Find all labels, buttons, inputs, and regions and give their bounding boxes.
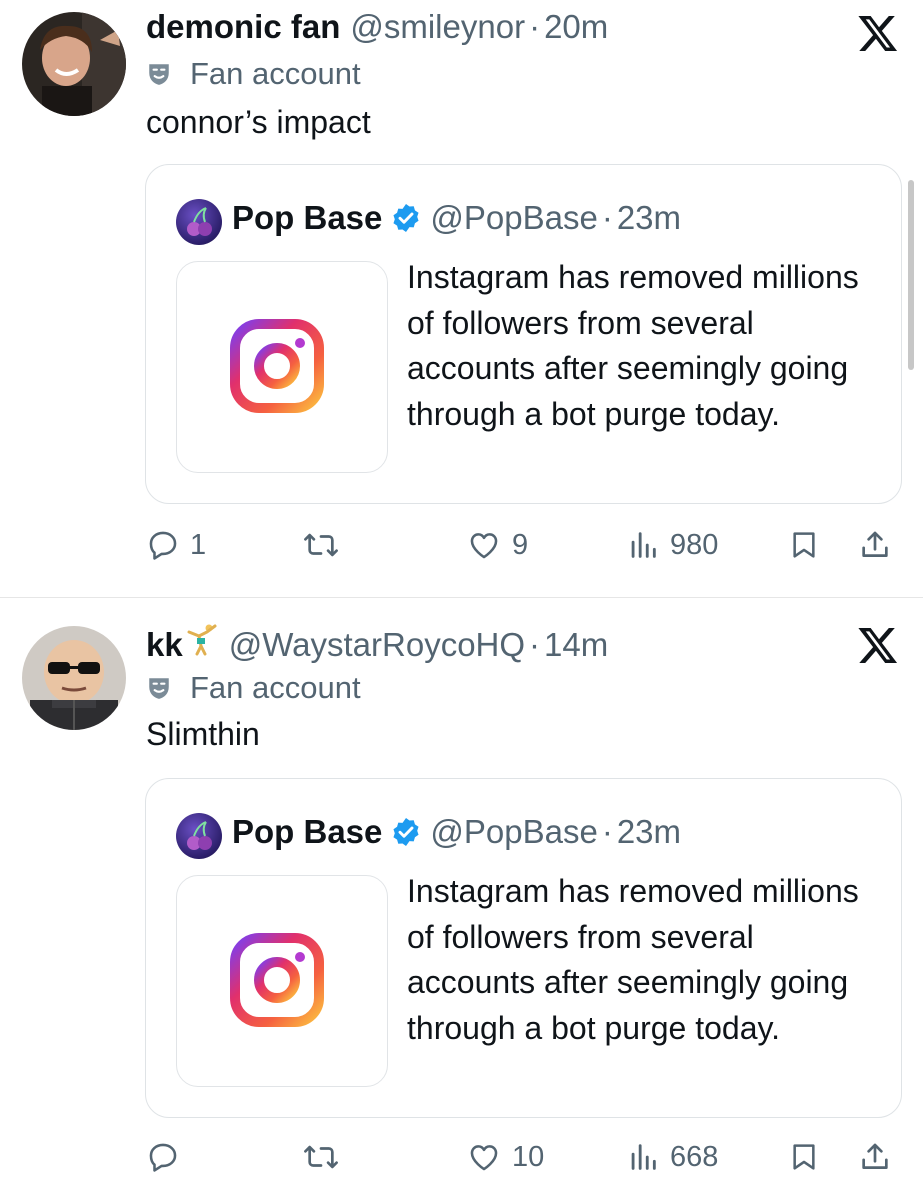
views-icon bbox=[631, 1144, 656, 1170]
account-label: Fan account bbox=[146, 56, 361, 92]
tweet-header: kk @WaystarRoycoHQ · 14m bbox=[146, 622, 608, 664]
separator: · bbox=[601, 813, 613, 850]
retweet-icon bbox=[304, 533, 338, 557]
quoted-tweet[interactable]: Pop Base @PopBase · 23m Instagram has re… bbox=[145, 164, 902, 504]
quote-header: Pop Base @PopBase · 23m bbox=[232, 813, 681, 851]
verified-badge-icon bbox=[393, 818, 419, 846]
view-count: 668 bbox=[670, 1140, 719, 1173]
views-button[interactable]: 668 bbox=[626, 1132, 718, 1182]
quote-display-name[interactable]: Pop Base bbox=[232, 813, 382, 851]
quote-media[interactable] bbox=[176, 261, 388, 473]
heart-icon bbox=[470, 533, 498, 559]
x-logo-icon bbox=[858, 16, 898, 52]
instagram-logo-icon bbox=[230, 933, 324, 1027]
reply-button[interactable] bbox=[146, 1132, 190, 1182]
account-label: Fan account bbox=[146, 670, 361, 706]
tweet-text: connor’s impact bbox=[146, 104, 371, 140]
retweet-icon bbox=[304, 1145, 338, 1169]
tweet[interactable]: kk @WaystarRoycoHQ · 14m Fan account Sli… bbox=[0, 598, 923, 1200]
share-icon bbox=[862, 1143, 888, 1169]
reply-button[interactable]: 1 bbox=[146, 520, 206, 570]
bookmark-icon bbox=[793, 532, 815, 558]
display-name[interactable]: demonic fan bbox=[146, 8, 340, 46]
avatar[interactable] bbox=[22, 12, 126, 116]
timestamp[interactable]: 14m bbox=[544, 626, 608, 664]
heart-icon bbox=[470, 1145, 498, 1171]
separator: · bbox=[601, 199, 613, 236]
bookmark-button[interactable] bbox=[788, 520, 820, 570]
reply-icon bbox=[149, 531, 177, 560]
action-bar: 10 668 bbox=[0, 1132, 923, 1182]
gymnast-emoji-icon bbox=[187, 624, 217, 656]
like-button[interactable]: 10 bbox=[466, 1132, 544, 1182]
bookmark-icon bbox=[793, 1144, 815, 1170]
tweet[interactable]: demonic fan @smileynor · 20m Fan account… bbox=[0, 0, 923, 598]
verified-badge-icon bbox=[393, 204, 419, 232]
reply-count: 1 bbox=[190, 528, 207, 561]
like-button[interactable]: 9 bbox=[466, 520, 528, 570]
views-icon bbox=[631, 532, 656, 558]
separator: · bbox=[529, 626, 541, 663]
quoted-tweet[interactable]: Pop Base @PopBase · 23m Instagram has re… bbox=[145, 778, 902, 1118]
share-button[interactable] bbox=[858, 1132, 892, 1182]
display-name[interactable]: kk bbox=[146, 626, 183, 664]
retweet-button[interactable] bbox=[302, 1132, 350, 1182]
views-button[interactable]: 980 bbox=[626, 520, 718, 570]
retweet-button[interactable] bbox=[302, 520, 350, 570]
x-logo-icon bbox=[858, 628, 898, 664]
timestamp[interactable]: 20m bbox=[544, 8, 608, 46]
share-button[interactable] bbox=[858, 520, 892, 570]
quote-avatar[interactable] bbox=[176, 813, 222, 859]
quote-avatar[interactable] bbox=[176, 199, 222, 245]
handle[interactable]: @WaystarRoycoHQ bbox=[229, 626, 525, 664]
like-count: 10 bbox=[512, 1140, 545, 1173]
quote-timestamp[interactable]: 23m bbox=[617, 813, 681, 851]
theater-mask-icon bbox=[149, 678, 169, 699]
reply-icon bbox=[149, 1143, 177, 1172]
label-text: Fan account bbox=[190, 56, 361, 91]
quote-media[interactable] bbox=[176, 875, 388, 1087]
quote-handle[interactable]: @PopBase bbox=[430, 199, 597, 237]
share-icon bbox=[862, 531, 888, 557]
quote-display-name[interactable]: Pop Base bbox=[232, 199, 382, 237]
bookmark-button[interactable] bbox=[788, 1132, 820, 1182]
theater-mask-icon bbox=[149, 64, 169, 85]
view-count: 980 bbox=[670, 528, 719, 561]
quote-header: Pop Base @PopBase · 23m bbox=[232, 199, 681, 237]
scrollbar[interactable] bbox=[908, 180, 914, 370]
handle[interactable]: @smileynor bbox=[350, 8, 525, 46]
label-text: Fan account bbox=[190, 670, 361, 705]
avatar[interactable] bbox=[22, 626, 126, 730]
quote-text: Instagram has removed millions of follow… bbox=[407, 259, 859, 432]
tweet-header: demonic fan @smileynor · 20m bbox=[146, 8, 608, 46]
action-bar: 1 9 980 bbox=[0, 520, 923, 570]
quote-timestamp[interactable]: 23m bbox=[617, 199, 681, 237]
tweet-text: Slimthin bbox=[146, 716, 260, 752]
instagram-logo-icon bbox=[230, 319, 324, 413]
separator: · bbox=[529, 8, 541, 45]
like-count: 9 bbox=[512, 528, 529, 561]
quote-handle[interactable]: @PopBase bbox=[430, 813, 597, 851]
quote-text: Instagram has removed millions of follow… bbox=[407, 873, 859, 1046]
